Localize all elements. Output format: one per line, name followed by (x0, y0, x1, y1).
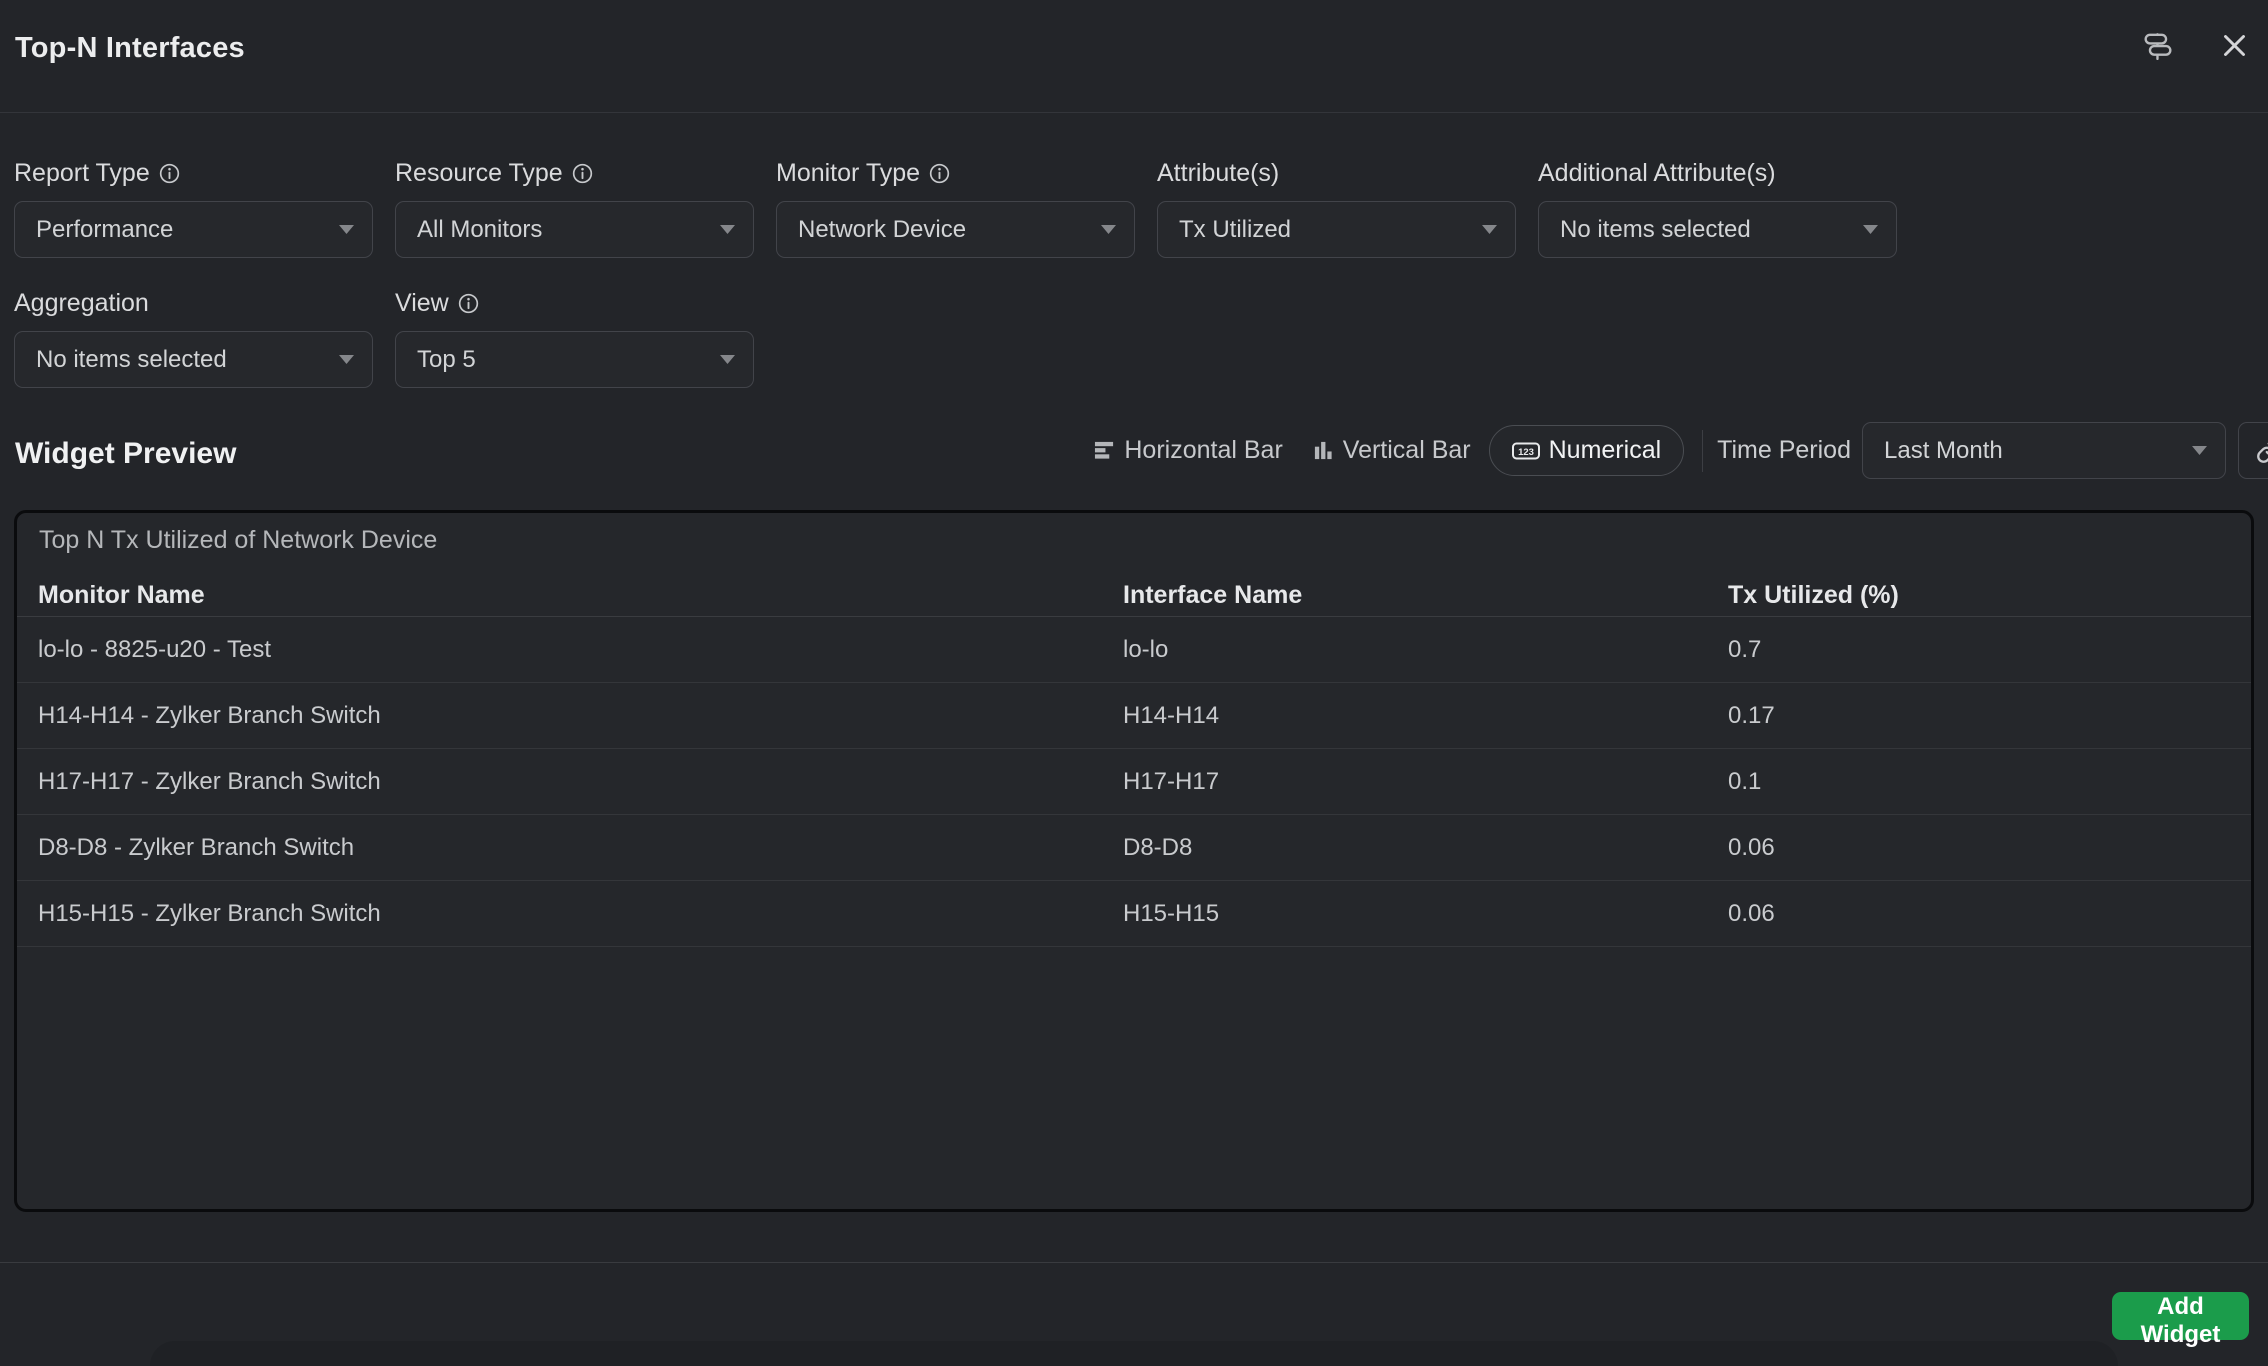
copy-link-button[interactable] (2238, 422, 2268, 479)
close-icon (2221, 32, 2248, 59)
chevron-down-icon (1863, 225, 1878, 234)
field-additional-attributes: Additional Attribute(s) No items selecte… (1538, 158, 1897, 258)
table-header-row: Monitor Name Interface Name Tx Utilized … (17, 575, 2251, 617)
cell-tx-utilized: 0.06 (1728, 834, 2251, 862)
monitor-type-select[interactable]: Network Device (776, 201, 1135, 258)
widget-preview-panel: Top N Tx Utilized of Network Device Moni… (14, 510, 2254, 1212)
chevron-down-icon (2192, 446, 2207, 455)
field-view: View Top 5 (395, 288, 754, 388)
info-icon[interactable] (458, 293, 479, 314)
field-label: Attribute(s) (1157, 158, 1516, 188)
cell-interface-name: lo-lo (1123, 636, 1728, 664)
field-label: View (395, 288, 754, 318)
cell-tx-utilized: 0.1 (1728, 768, 2251, 796)
report-type-select[interactable]: Performance (14, 201, 373, 258)
preview-toolbar: Horizontal Bar Vertical Bar 123 Numerica… (1094, 422, 2268, 479)
info-icon[interactable] (572, 163, 593, 184)
field-label: Additional Attribute(s) (1538, 158, 1897, 188)
info-icon[interactable] (929, 163, 950, 184)
table-row: D8-D8 - Zylker Branch Switch D8-D8 0.06 (17, 815, 2251, 881)
page-title: Top-N Interfaces (15, 32, 245, 65)
column-header-tx-utilized: Tx Utilized (%) (1728, 581, 2251, 610)
customize-widget-button[interactable] (2143, 30, 2173, 60)
info-icon[interactable] (159, 163, 180, 184)
preview-table: Monitor Name Interface Name Tx Utilized … (17, 575, 2251, 947)
field-label: Aggregation (14, 288, 373, 318)
time-period-label: Time Period (1717, 436, 1851, 465)
add-widget-button[interactable]: Add Widget (2112, 1292, 2249, 1340)
cell-interface-name: H15-H15 (1123, 900, 1728, 928)
widget-heading: Top N Tx Utilized of Network Device (39, 526, 437, 555)
dialog-header: Top-N Interfaces (0, 0, 2268, 113)
cell-tx-utilized: 0.06 (1728, 900, 2251, 928)
vertical-bar-chart-icon (1313, 440, 1334, 461)
field-report-type: Report Type Performance (14, 158, 373, 258)
header-actions (2143, 30, 2248, 60)
signpost-icon (2143, 30, 2173, 60)
cell-interface-name: D8-D8 (1123, 834, 1728, 862)
footer-divider (0, 1262, 2268, 1263)
field-label: Resource Type (395, 158, 754, 188)
tab-numerical[interactable]: 123 Numerical (1489, 425, 1685, 476)
svg-text:123: 123 (1518, 446, 1534, 457)
resource-type-select[interactable]: All Monitors (395, 201, 754, 258)
link-icon (2256, 438, 2268, 464)
column-header-interface-name: Interface Name (1123, 581, 1728, 610)
chevron-down-icon (720, 355, 735, 364)
numerical-123-icon: 123 (1512, 442, 1540, 460)
cell-interface-name: H14-H14 (1123, 702, 1728, 730)
field-aggregation: Aggregation No items selected (14, 288, 373, 388)
aggregation-select[interactable]: No items selected (14, 331, 373, 388)
chevron-down-icon (339, 355, 354, 364)
chevron-down-icon (720, 225, 735, 234)
cell-interface-name: H17-H17 (1123, 768, 1728, 796)
top-n-interfaces-dialog: Top-N Interfaces (0, 0, 2268, 1366)
field-attributes: Attribute(s) Tx Utilized (1157, 158, 1516, 258)
cell-monitor-name: H17-H17 - Zylker Branch Switch (38, 768, 1123, 796)
chevron-down-icon (1101, 225, 1116, 234)
chevron-down-icon (1482, 225, 1497, 234)
field-resource-type: Resource Type All Monitors (395, 158, 754, 258)
field-label: Monitor Type (776, 158, 1135, 188)
additional-attributes-select[interactable]: No items selected (1538, 201, 1897, 258)
tab-vertical-bar[interactable]: Vertical Bar (1313, 436, 1471, 465)
widget-preview-title: Widget Preview (15, 437, 236, 471)
cell-monitor-name: D8-D8 - Zylker Branch Switch (38, 834, 1123, 862)
cell-tx-utilized: 0.17 (1728, 702, 2251, 730)
view-select[interactable]: Top 5 (395, 331, 754, 388)
field-label: Report Type (14, 158, 373, 188)
attributes-select[interactable]: Tx Utilized (1157, 201, 1516, 258)
table-row: lo-lo - 8825-u20 - Test lo-lo 0.7 (17, 617, 2251, 683)
toolbar-divider (1702, 430, 1703, 472)
bottom-sheet-decoration (150, 1341, 2118, 1366)
tab-horizontal-bar[interactable]: Horizontal Bar (1094, 436, 1282, 465)
chevron-down-icon (339, 225, 354, 234)
table-row: H15-H15 - Zylker Branch Switch H15-H15 0… (17, 881, 2251, 947)
cell-monitor-name: H14-H14 - Zylker Branch Switch (38, 702, 1123, 730)
cell-tx-utilized: 0.7 (1728, 636, 2251, 664)
field-monitor-type: Monitor Type Network Device (776, 158, 1135, 258)
close-button[interactable] (2221, 32, 2248, 59)
column-header-monitor-name: Monitor Name (38, 581, 1123, 610)
cell-monitor-name: lo-lo - 8825-u20 - Test (38, 636, 1123, 664)
table-row: H14-H14 - Zylker Branch Switch H14-H14 0… (17, 683, 2251, 749)
cell-monitor-name: H15-H15 - Zylker Branch Switch (38, 900, 1123, 928)
time-period-select[interactable]: Last Month (1862, 422, 2226, 479)
horizontal-bar-chart-icon (1094, 440, 1115, 461)
table-row: H17-H17 - Zylker Branch Switch H17-H17 0… (17, 749, 2251, 815)
